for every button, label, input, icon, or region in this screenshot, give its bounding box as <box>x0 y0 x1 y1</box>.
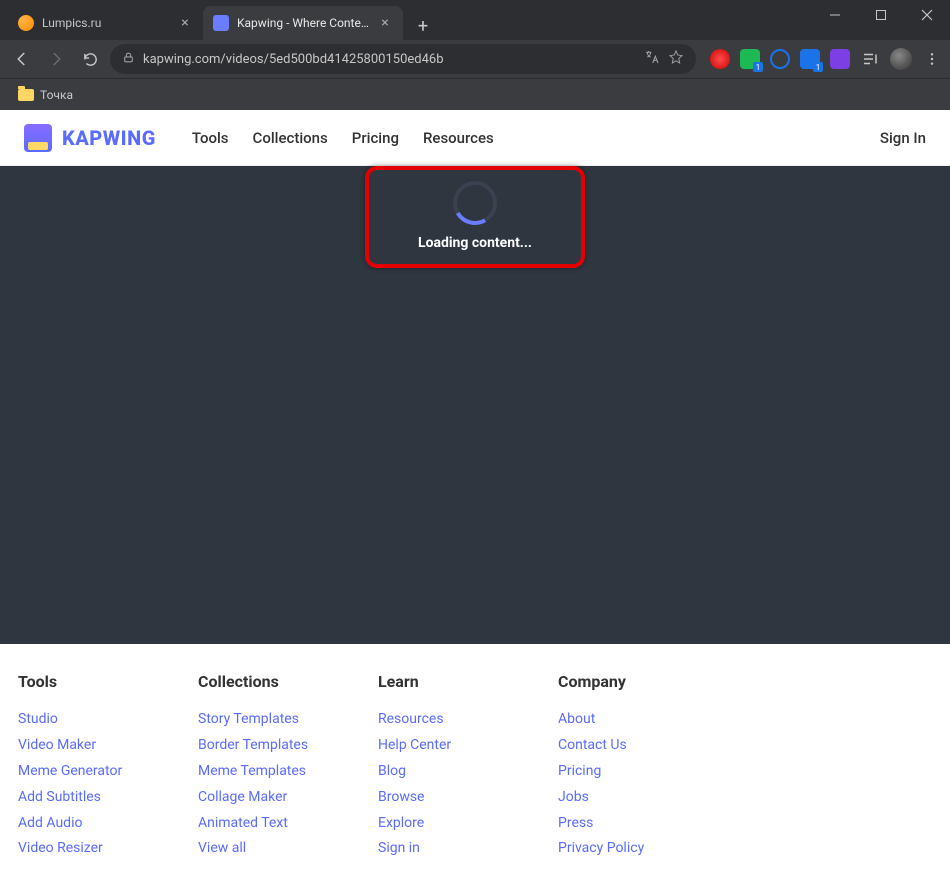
tab-title: Lumpics.ru <box>42 16 171 30</box>
footer-link[interactable]: Blog <box>378 759 538 785</box>
nav-resources[interactable]: Resources <box>423 129 494 147</box>
footer-link[interactable]: Video Maker <box>18 733 178 759</box>
footer-link[interactable]: Jobs <box>558 785 718 811</box>
kapwing-logo-text: KAPWING <box>62 126 156 150</box>
footer-link[interactable]: Help Center <box>378 733 538 759</box>
titlebar: Lumpics.ru × Kapwing - Where Content Cre… <box>0 0 950 40</box>
bookmark-label: Точка <box>40 88 73 102</box>
nav-tools[interactable]: Tools <box>192 129 229 147</box>
address-bar[interactable]: kapwing.com/videos/5ed500bd41425800150ed… <box>110 44 696 74</box>
minimize-button[interactable] <box>812 0 858 30</box>
footer-link[interactable]: Explore <box>378 811 538 837</box>
footer-heading: Collections <box>198 672 358 691</box>
tab-strip: Lumpics.ru × Kapwing - Where Content Cre… <box>0 0 437 40</box>
footer-heading: Learn <box>378 672 538 691</box>
reading-list-icon[interactable] <box>860 49 880 69</box>
footer-link[interactable]: Video Resizer <box>18 836 178 862</box>
new-tab-button[interactable]: + <box>409 12 437 40</box>
footer-link[interactable]: Animated Text <box>198 811 358 837</box>
footer-link[interactable]: Browse <box>378 785 538 811</box>
profile-avatar[interactable] <box>890 48 912 70</box>
footer-link[interactable]: Story Templates <box>198 707 358 733</box>
footer-link[interactable]: About <box>558 707 718 733</box>
footer-link[interactable]: View all <box>198 836 358 862</box>
forward-button[interactable] <box>42 45 70 73</box>
footer-link[interactable]: Privacy Policy <box>558 836 718 862</box>
translate-icon[interactable] <box>644 49 660 69</box>
favicon-kapwing-icon <box>213 15 229 31</box>
window-controls <box>812 0 950 30</box>
close-icon[interactable]: × <box>177 15 193 31</box>
tab-lumpics[interactable]: Lumpics.ru × <box>8 6 203 40</box>
bookmarks-bar: Точка <box>0 78 950 110</box>
footer-link[interactable]: Resources <box>378 707 538 733</box>
page-viewport[interactable]: KAPWING Tools Collections Pricing Resour… <box>0 110 950 874</box>
footer-link[interactable]: Add Audio <box>18 811 178 837</box>
tab-kapwing[interactable]: Kapwing - Where Content Creati… × <box>203 6 403 40</box>
content-stage: Loading content... <box>0 166 950 644</box>
kapwing-logo[interactable]: KAPWING <box>24 124 156 152</box>
footer-link[interactable]: Add Subtitles <box>18 785 178 811</box>
footer-link[interactable]: Collage Maker <box>198 785 358 811</box>
footer-link[interactable]: Border Templates <box>198 733 358 759</box>
footer-col-collections: Collections Story Templates Border Templ… <box>198 672 358 862</box>
music-ext-icon[interactable]: 1 <box>740 49 760 69</box>
purple-ext-icon[interactable] <box>830 49 850 69</box>
footer-link[interactable]: Pricing <box>558 759 718 785</box>
menu-icon[interactable] <box>922 49 942 69</box>
loading-area: Loading content... <box>367 166 583 266</box>
footer-link[interactable]: Press <box>558 811 718 837</box>
blue-ext-icon[interactable]: 1 <box>800 49 820 69</box>
footer-link[interactable]: Contact Us <box>558 733 718 759</box>
extension-icons: 1 1 <box>710 48 942 70</box>
url-text: kapwing.com/videos/5ed500bd41425800150ed… <box>143 52 636 67</box>
spinner-icon <box>453 181 497 225</box>
footer-col-learn: Learn Resources Help Center Blog Browse … <box>378 672 538 862</box>
loading-text: Loading content... <box>418 235 532 251</box>
nav-pricing[interactable]: Pricing <box>352 129 399 147</box>
kapwing-logo-icon <box>24 124 52 152</box>
footer-col-tools: Tools Studio Video Maker Meme Generator … <box>18 672 178 862</box>
footer-col-company: Company About Contact Us Pricing Jobs Pr… <box>558 672 718 862</box>
reload-button[interactable] <box>76 45 104 73</box>
maximize-button[interactable] <box>858 0 904 30</box>
kapwing-footer: Tools Studio Video Maker Meme Generator … <box>0 644 950 874</box>
footer-link[interactable]: Meme Templates <box>198 759 358 785</box>
opera-ext-icon[interactable] <box>710 49 730 69</box>
bookmark-folder[interactable]: Точка <box>12 84 79 106</box>
footer-link[interactable]: Meme Generator <box>18 759 178 785</box>
close-icon[interactable]: × <box>377 15 393 31</box>
favicon-lumpics-icon <box>18 15 34 31</box>
footer-link[interactable]: Sign in <box>378 836 538 862</box>
globe-ext-icon[interactable] <box>770 49 790 69</box>
footer-heading: Company <box>558 672 718 691</box>
browser-chrome: Lumpics.ru × Kapwing - Where Content Cre… <box>0 0 950 110</box>
signin-link[interactable]: Sign In <box>880 129 926 147</box>
tab-title: Kapwing - Where Content Creati… <box>237 16 371 30</box>
folder-icon <box>18 89 34 101</box>
back-button[interactable] <box>8 45 36 73</box>
window-close-button[interactable] <box>904 0 950 30</box>
kapwing-header: KAPWING Tools Collections Pricing Resour… <box>0 110 950 166</box>
lock-icon <box>122 51 135 68</box>
footer-heading: Tools <box>18 672 178 691</box>
kapwing-nav: Tools Collections Pricing Resources <box>192 129 494 147</box>
toolbar: kapwing.com/videos/5ed500bd41425800150ed… <box>0 40 950 78</box>
star-icon[interactable] <box>668 49 684 69</box>
footer-link[interactable]: Studio <box>18 707 178 733</box>
nav-collections[interactable]: Collections <box>253 129 328 147</box>
